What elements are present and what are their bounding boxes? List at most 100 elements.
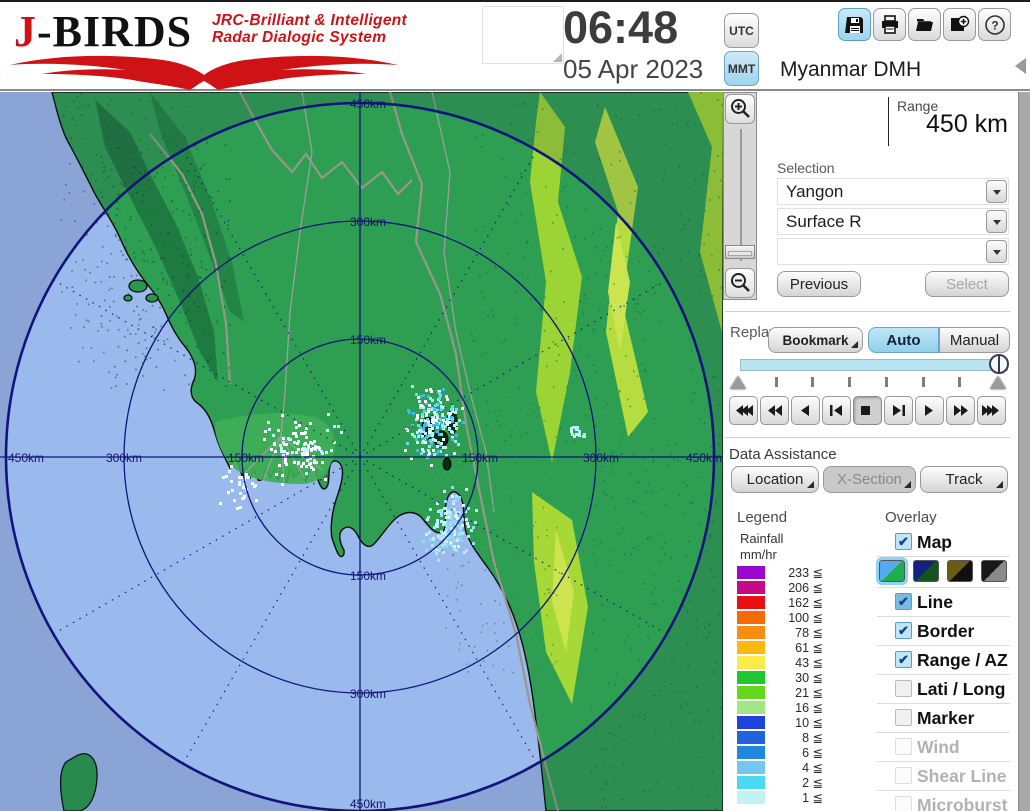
- location-button[interactable]: Location: [731, 466, 819, 493]
- map-style-swatch-4[interactable]: [981, 560, 1007, 582]
- legend-value: 100 ≦: [767, 610, 823, 625]
- clock-time: 06:48: [563, 2, 723, 54]
- manual-button[interactable]: Manual: [939, 327, 1010, 353]
- overlay-item-border[interactable]: ✔Border: [877, 620, 1010, 648]
- lati-long-checkbox[interactable]: [895, 680, 912, 697]
- print-button[interactable]: [873, 8, 906, 41]
- legend-value: 206 ≦: [767, 580, 823, 595]
- replay-slider-track[interactable]: [740, 359, 1008, 371]
- svg-text:450km: 450km: [8, 451, 44, 465]
- legend-color-swatch: [737, 626, 765, 639]
- overlay-item-line[interactable]: ✔ Line: [877, 591, 1010, 619]
- step-back-button[interactable]: [822, 396, 851, 425]
- legend-units: mm/hr: [740, 547, 777, 562]
- zoom-in-button[interactable]: [725, 94, 755, 124]
- chevron-down-icon[interactable]: [986, 240, 1007, 263]
- svg-text:300km: 300km: [106, 451, 142, 465]
- help-button[interactable]: ?: [978, 8, 1011, 41]
- open-folder-button[interactable]: [908, 8, 941, 41]
- overlay-separator: [877, 645, 1010, 646]
- step-back-icon: [824, 401, 849, 420]
- zoom-out-button[interactable]: [725, 268, 755, 298]
- zoom-slider-thumb[interactable]: [725, 245, 755, 259]
- border-checkbox[interactable]: ✔: [895, 622, 912, 639]
- line-checkbox[interactable]: ✔: [895, 593, 912, 610]
- product-dropdown[interactable]: Surface R: [777, 208, 1009, 235]
- data-assistance-label: Data Assistance: [729, 446, 837, 463]
- line-label: Line: [917, 592, 953, 613]
- stop-button[interactable]: [853, 396, 882, 425]
- image-plus-icon: [950, 15, 970, 35]
- legend-color-swatch: [737, 746, 765, 759]
- overlay-item-wind[interactable]: Wind: [877, 736, 1010, 764]
- rew3-button[interactable]: [729, 396, 758, 425]
- rew1-button[interactable]: [791, 396, 820, 425]
- panel-collapse-icon[interactable]: [1015, 58, 1026, 74]
- legend-color-swatch: [737, 716, 765, 729]
- map-style-swatch-2[interactable]: [913, 560, 939, 582]
- fwd2-button[interactable]: [946, 396, 975, 425]
- vertical-scrollbar[interactable]: [1018, 92, 1030, 811]
- site-dropdown[interactable]: Yangon: [777, 178, 1009, 205]
- overlay-item-map[interactable]: ✔ Map: [877, 531, 1010, 559]
- rew2-button[interactable]: [760, 396, 789, 425]
- svg-text:300km: 300km: [350, 215, 386, 229]
- range-az-checkbox[interactable]: ✔: [895, 651, 912, 668]
- separator: [725, 437, 1010, 438]
- extra-dropdown[interactable]: [777, 238, 1009, 265]
- overlay-item-lati-long[interactable]: Lati / Long: [877, 678, 1010, 706]
- microburst-checkbox: [895, 796, 912, 811]
- chevron-down-icon[interactable]: [986, 180, 1007, 203]
- track-button[interactable]: Track: [920, 466, 1008, 493]
- save-button[interactable]: [838, 8, 871, 41]
- overlay-separator: [877, 790, 1010, 791]
- select-button[interactable]: Select: [925, 271, 1009, 297]
- overlay-separator: [877, 761, 1010, 762]
- auto-button[interactable]: Auto: [868, 327, 939, 353]
- mmt-button[interactable]: MMT: [724, 51, 759, 86]
- fwd3-button[interactable]: [977, 396, 1006, 425]
- shear-line-checkbox: [895, 767, 912, 784]
- step-fwd-button[interactable]: [884, 396, 913, 425]
- slider-end-marker[interactable]: [990, 376, 1006, 389]
- marker-checkbox[interactable]: [895, 709, 912, 726]
- legend-color-swatch: [737, 596, 765, 609]
- map-label: Map: [917, 532, 952, 553]
- legend-value: 2 ≦: [767, 775, 823, 790]
- replay-slider-thumb[interactable]: [989, 354, 1009, 374]
- station-logo-box[interactable]: [482, 6, 564, 64]
- map-checkbox[interactable]: ✔: [895, 533, 912, 550]
- legend-color-swatch: [737, 671, 765, 684]
- previous-button[interactable]: Previous: [777, 271, 861, 297]
- radar-map[interactable]: 450km300km150km150km300km450km450km300km…: [0, 92, 723, 811]
- overlay-item-range-az[interactable]: ✔ Range / AZ: [877, 649, 1010, 677]
- play-icon: [917, 401, 942, 420]
- zoom-slider-track[interactable]: [740, 129, 742, 261]
- slider-tick: [922, 377, 925, 387]
- overlay-title: Overlay: [885, 509, 937, 526]
- map-style-swatch-3[interactable]: [947, 560, 973, 582]
- capture-image-button[interactable]: [943, 8, 976, 41]
- svg-text:450km: 450km: [350, 97, 386, 111]
- play-button[interactable]: [915, 396, 944, 425]
- svg-text:150km: 150km: [350, 333, 386, 347]
- radar-map-canvas[interactable]: 450km300km150km150km300km450km450km300km…: [0, 92, 723, 811]
- utc-button[interactable]: UTC: [724, 13, 759, 48]
- legend-value: 6 ≦: [767, 745, 823, 760]
- selection-label: Selection: [777, 160, 835, 176]
- overlay-item-shear-line[interactable]: Shear Line: [877, 765, 1010, 793]
- chevron-down-icon[interactable]: [986, 210, 1007, 233]
- map-style-swatch-1[interactable]: [879, 560, 905, 582]
- range-az-label: Range / AZ: [917, 650, 1008, 671]
- question-icon: ?: [984, 14, 1006, 36]
- slider-tick: [811, 377, 814, 387]
- bookmark-button[interactable]: Bookmark: [768, 327, 863, 353]
- marker-label: Marker: [917, 708, 974, 729]
- x-section-button[interactable]: X-Section: [823, 466, 916, 493]
- fwd2-icon: [948, 401, 973, 420]
- overlay-item-microburst[interactable]: Microburst: [877, 794, 1010, 811]
- zoom-out-icon: [729, 272, 751, 294]
- slider-start-marker[interactable]: [730, 376, 746, 389]
- overlay-item-marker[interactable]: Marker: [877, 707, 1010, 735]
- legend-value: 30 ≦: [767, 670, 823, 685]
